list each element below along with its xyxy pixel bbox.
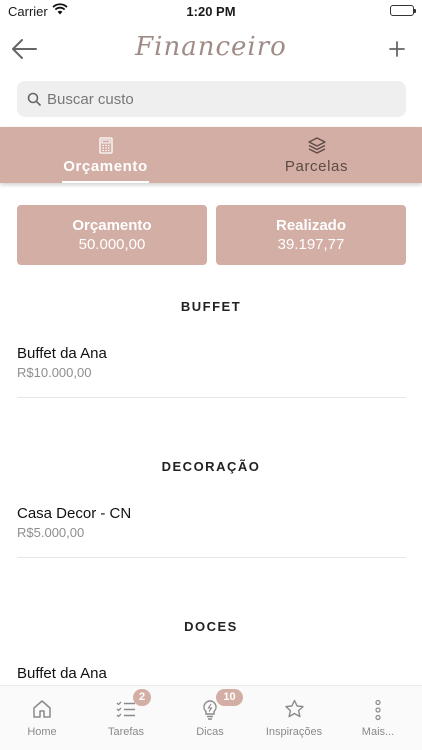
divider <box>17 397 406 398</box>
search-input[interactable] <box>47 81 397 117</box>
tabbar-label-dicas: Dicas <box>196 726 224 738</box>
tarefas-badge: 2 <box>133 689 151 706</box>
tab-orcamento-label: Orçamento <box>63 158 148 175</box>
search-icon <box>27 92 41 111</box>
section-header-decoracao: DECORAÇÃO <box>161 459 261 474</box>
layers-icon <box>211 137 422 155</box>
section-header-buffet: BUFFET <box>180 299 242 314</box>
dicas-badge: 10 <box>216 689 243 706</box>
tab-parcelas-label: Parcelas <box>284 158 349 175</box>
budget-value: 50.000,00 <box>78 236 146 253</box>
bottom-tab-bar: Home 2 Tarefas 10 Dicas Inspirações Mais… <box>0 685 422 750</box>
item-amount: R$10.000,00 <box>17 365 92 380</box>
divider <box>17 557 406 558</box>
realized-value: 39.197,77 <box>277 236 345 253</box>
item-name: Buffet da Ana <box>17 345 107 362</box>
nav-bar: Financeiro <box>0 26 422 72</box>
status-bar: Carrier 1:20 PM <box>0 0 422 22</box>
calculator-icon <box>0 137 211 155</box>
realized-label: Realizado <box>275 217 347 234</box>
star-icon <box>252 699 336 721</box>
tab-selected-indicator <box>62 181 149 183</box>
tabbar-label-home: Home <box>27 726 57 738</box>
tabbar-label-inspiracoes: Inspirações <box>265 726 323 738</box>
realized-card[interactable]: Realizado 39.197,77 <box>216 205 406 265</box>
tab-parcelas[interactable]: Parcelas <box>211 127 422 183</box>
battery-icon <box>390 5 416 16</box>
search-bar <box>17 81 406 117</box>
home-icon <box>0 699 84 721</box>
tab-orcamento[interactable]: Orçamento <box>0 127 211 183</box>
tabbar-item-tarefas[interactable]: 2 Tarefas <box>84 686 168 750</box>
status-time: 1:20 PM <box>186 4 236 19</box>
budget-label: Orçamento <box>72 217 152 234</box>
page-title: Financeiro <box>135 32 287 62</box>
plus-icon[interactable] <box>386 38 408 60</box>
section-header-doces: DOCES <box>184 619 238 634</box>
tabbar-label-tarefas: Tarefas <box>107 726 145 738</box>
item-name: Casa Decor - CN <box>17 505 132 522</box>
budget-card[interactable]: Orçamento 50.000,00 <box>17 205 207 265</box>
tabbar-item-home[interactable]: Home <box>0 686 84 750</box>
tabbar-label-mais: Mais... <box>361 726 395 738</box>
tabbar-item-dicas[interactable]: 10 Dicas <box>168 686 252 750</box>
checklist-icon <box>84 699 168 721</box>
item-amount: R$5.000,00 <box>17 525 85 540</box>
tabbar-item-inspiracoes[interactable]: Inspirações <box>252 686 336 750</box>
segment-tabs: Orçamento Parcelas <box>0 127 422 183</box>
tabbar-item-mais[interactable]: Mais... <box>336 686 420 750</box>
more-vertical-icon <box>336 699 420 721</box>
item-name: Buffet da Ana <box>17 665 107 682</box>
